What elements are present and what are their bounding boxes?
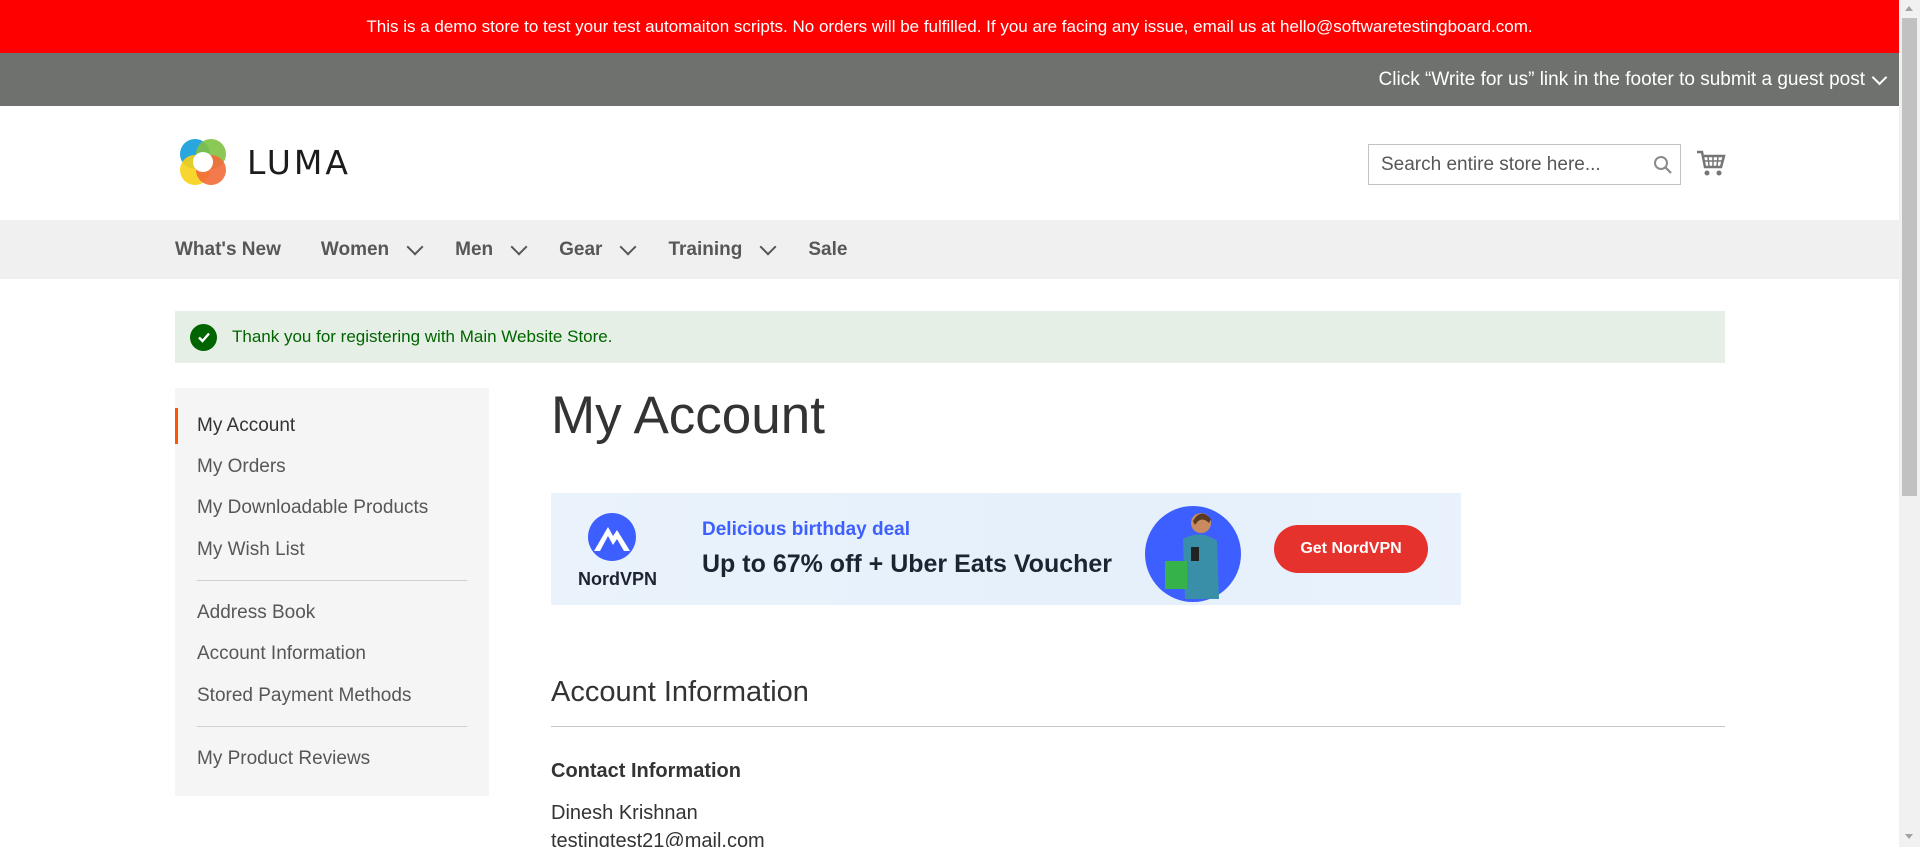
- nav-item-whats-new[interactable]: What's New: [175, 239, 281, 261]
- nav-item-label[interactable]: Gear: [559, 239, 602, 261]
- store-logo[interactable]: LUMA: [175, 134, 351, 190]
- nav-item-women[interactable]: Women: [321, 238, 424, 261]
- sidebar-divider: [197, 580, 467, 581]
- cart-icon[interactable]: [1696, 148, 1726, 178]
- contact-name: Dinesh Krishnan: [551, 802, 698, 824]
- person-illustration-icon[interactable]: [1141, 499, 1241, 603]
- ad-brand[interactable]: NordVPN: [578, 569, 657, 590]
- page: This is a demo store to test your test a…: [0, 0, 1899, 847]
- contact-heading: Contact Information: [551, 760, 741, 782]
- search-input[interactable]: [1369, 145, 1646, 184]
- search-icon[interactable]: [1646, 145, 1680, 184]
- nordvpn-logo-icon[interactable]: [580, 509, 644, 561]
- scroll-down-arrow-icon[interactable]: [1905, 834, 1913, 839]
- ad-headline[interactable]: Up to 67% off + Uber Eats Voucher: [702, 550, 1112, 579]
- sidebar-item-downloadable-products[interactable]: My Downloadable Products: [197, 497, 428, 519]
- get-nordvpn-button[interactable]: Get NordVPN: [1274, 525, 1428, 573]
- logo-text[interactable]: LUMA: [247, 143, 351, 182]
- nav-item-label[interactable]: Training: [668, 239, 742, 261]
- section-title: Account Information: [551, 676, 809, 708]
- chevron-down-icon[interactable]: [406, 238, 424, 255]
- header: LUMA: [0, 106, 1899, 220]
- nordvpn-ad-banner[interactable]: NordVPN Delicious birthday deal Up to 67…: [551, 493, 1461, 605]
- sidebar-divider: [197, 726, 467, 727]
- active-indicator: [175, 408, 178, 444]
- success-message-text: Thank you for registering with Main Webs…: [232, 327, 613, 346]
- sidebar-item-my-orders[interactable]: My Orders: [197, 456, 286, 478]
- account-sidebar: My Account My Orders My Downloadable Pro…: [175, 388, 489, 796]
- nav-item-label[interactable]: Sale: [808, 239, 847, 261]
- nav-item-label[interactable]: Women: [321, 239, 389, 261]
- search-box[interactable]: [1368, 144, 1681, 185]
- sidebar-item-stored-payment-methods[interactable]: Stored Payment Methods: [197, 685, 411, 707]
- vertical-scrollbar[interactable]: [1899, 0, 1920, 847]
- page-title: My Account: [551, 386, 825, 445]
- demo-notice-bar: This is a demo store to test your test a…: [0, 0, 1899, 53]
- chevron-down-icon[interactable]: [510, 238, 528, 255]
- chevron-down-icon[interactable]: [619, 238, 637, 255]
- sidebar-item-account-information[interactable]: Account Information: [197, 643, 366, 665]
- sidebar-item-wish-list[interactable]: My Wish List: [197, 539, 305, 561]
- demo-notice-text: This is a demo store to test your test a…: [366, 17, 1533, 36]
- nav-item-label[interactable]: What's New: [175, 239, 281, 261]
- guest-post-bar[interactable]: Click “Write for us” link in the footer …: [0, 53, 1899, 106]
- chevron-down-icon[interactable]: [1871, 69, 1888, 85]
- sidebar-item-address-book[interactable]: Address Book: [197, 602, 315, 624]
- nav-item-label[interactable]: Men: [455, 239, 493, 261]
- scrollbar-thumb[interactable]: [1902, 18, 1917, 496]
- nav-item-men[interactable]: Men: [455, 238, 528, 261]
- luma-logo-icon[interactable]: [175, 134, 231, 190]
- main-nav: What's New Women Men Gear Training Sale: [0, 220, 1899, 279]
- contact-email: testingtest21@mail.com: [551, 830, 765, 847]
- checkmark-icon: [190, 323, 217, 351]
- nav-item-gear[interactable]: Gear: [559, 238, 637, 261]
- chevron-down-icon[interactable]: [759, 238, 777, 255]
- ad-subheading[interactable]: Delicious birthday deal: [702, 519, 910, 541]
- sidebar-item-product-reviews[interactable]: My Product Reviews: [197, 748, 370, 770]
- section-divider: [551, 726, 1725, 727]
- guest-post-text[interactable]: Click “Write for us” link in the footer …: [1379, 69, 1865, 91]
- success-message: Thank you for registering with Main Webs…: [175, 311, 1725, 363]
- sidebar-item-my-account[interactable]: My Account: [197, 415, 295, 437]
- nav-item-sale[interactable]: Sale: [808, 239, 847, 261]
- nav-item-training[interactable]: Training: [668, 238, 777, 261]
- scroll-up-arrow-icon[interactable]: [1905, 6, 1913, 11]
